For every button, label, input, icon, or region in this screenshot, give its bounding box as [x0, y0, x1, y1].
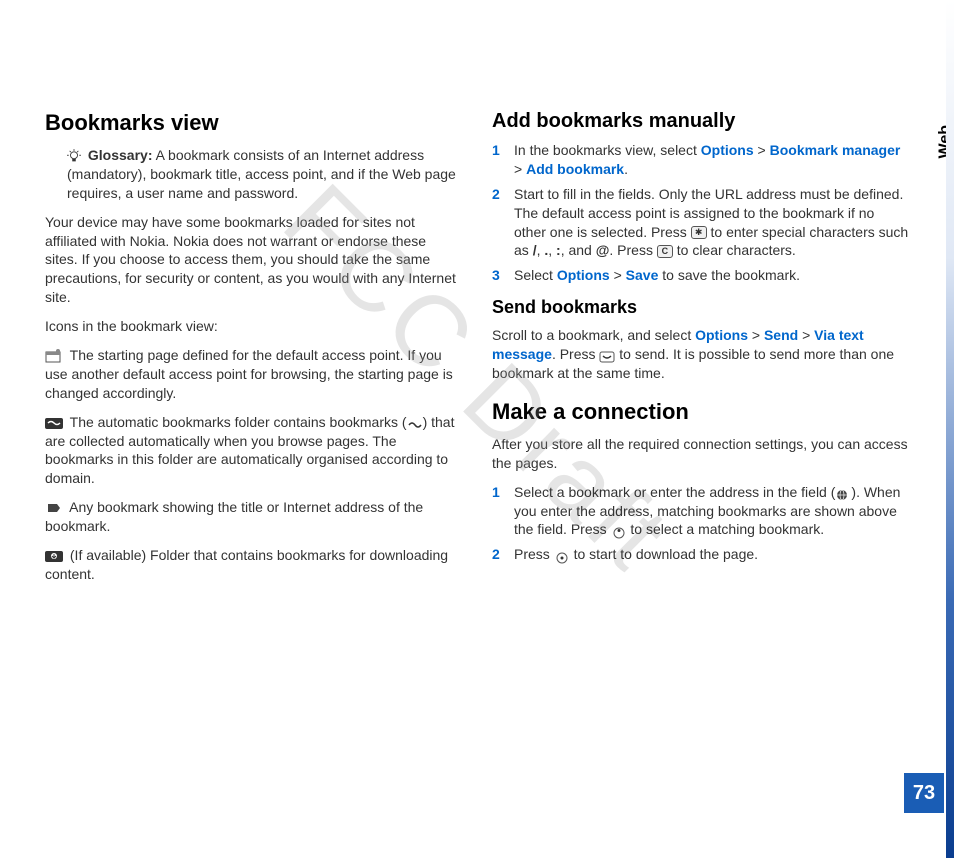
cmd-save: Save: [626, 267, 659, 283]
conn-step-1-text-a: Select a bookmark or enter the address i…: [514, 484, 835, 500]
page-number: 73: [904, 773, 944, 813]
page-container: FCC Draft Bookmarks view Glossary: [0, 0, 954, 858]
clear-key-icon: C: [657, 245, 673, 258]
call-key-icon: [599, 349, 615, 361]
left-column: Bookmarks view Glossary: A bookmark cons…: [45, 110, 462, 594]
download-folder-paragraph: (If available) Folder that contains book…: [45, 546, 462, 584]
content-columns: Bookmarks view Glossary: A bookmark cons…: [45, 110, 909, 594]
starting-page-paragraph: The starting page defined for the defaul…: [45, 346, 462, 403]
conn-step-2-text-a: Press: [514, 546, 554, 562]
add-bookmarks-heading: Add bookmarks manually: [492, 110, 909, 133]
send-text-2: . Press: [552, 346, 599, 362]
cmd-options-3: Options: [695, 327, 748, 343]
cmd-send: Send: [764, 327, 798, 343]
auto-bookmarks-text-a: The automatic bookmarks folder contains …: [66, 414, 407, 430]
bookmark-icon: [45, 502, 63, 516]
download-folder-icon: [45, 549, 63, 563]
up-scroll-key-icon: [611, 525, 627, 537]
cmd-options: Options: [701, 142, 754, 158]
add-step-1-text: In the bookmarks view, select: [514, 142, 701, 158]
any-bookmark-text: Any bookmark showing the title or Intern…: [45, 499, 423, 534]
make-connection-heading: Make a connection: [492, 399, 909, 425]
any-bookmark-paragraph: Any bookmark showing the title or Intern…: [45, 498, 462, 536]
auto-folder-icon: [45, 416, 63, 430]
affiliation-paragraph: Your device may have some bookmarks load…: [45, 213, 462, 307]
conn-step-1: Select a bookmark or enter the address i…: [492, 483, 909, 540]
download-folder-text: (If available) Folder that contains book…: [45, 547, 448, 582]
cmd-options-2: Options: [557, 267, 610, 283]
globe-icon: [835, 487, 851, 499]
cmd-bookmark-manager: Bookmark manager: [770, 142, 901, 158]
add-step-1: In the bookmarks view, select Options > …: [492, 141, 909, 179]
send-paragraph: Scroll to a bookmark, and select Options…: [492, 326, 909, 383]
lightbulb-icon: [67, 149, 81, 163]
add-step-3-text-b: to save the bookmark.: [658, 267, 800, 283]
home-page-icon: [45, 349, 63, 363]
add-step-3: Select Options > Save to save the bookma…: [492, 266, 909, 285]
starting-page-text: The starting page defined for the defaul…: [45, 347, 453, 401]
add-step-3-text-a: Select: [514, 267, 557, 283]
side-gradient-bar: [946, 0, 954, 858]
icons-intro-paragraph: Icons in the bookmark view:: [45, 317, 462, 336]
send-text-1: Scroll to a bookmark, and select: [492, 327, 695, 343]
center-scroll-key-icon: [554, 550, 570, 562]
glossary-label: Glossary:: [88, 147, 153, 163]
auto-bookmarks-paragraph: The automatic bookmarks folder contains …: [45, 413, 462, 489]
conn-step-1-text-c: to select a matching bookmark.: [630, 521, 824, 537]
conn-step-2: Press to start to download the page.: [492, 545, 909, 564]
connection-list: Select a bookmark or enter the address i…: [492, 483, 909, 565]
conn-step-2-text-b: to start to download the page.: [574, 546, 758, 562]
connection-intro: After you store all the required connect…: [492, 435, 909, 473]
bookmarks-view-heading: Bookmarks view: [45, 110, 462, 136]
add-bookmarks-list: In the bookmarks view, select Options > …: [492, 141, 909, 285]
send-bookmarks-heading: Send bookmarks: [492, 297, 909, 318]
add-step-2: Start to fill in the fields. Only the UR…: [492, 185, 909, 261]
star-key-icon: ✱: [691, 226, 707, 239]
cmd-add-bookmark: Add bookmark: [526, 161, 624, 177]
add-step-2-text-c: to clear characters.: [677, 242, 796, 258]
wave-icon: [407, 417, 423, 429]
glossary-paragraph: Glossary: A bookmark consists of an Inte…: [45, 146, 462, 203]
right-column: Add bookmarks manually In the bookmarks …: [492, 110, 909, 594]
